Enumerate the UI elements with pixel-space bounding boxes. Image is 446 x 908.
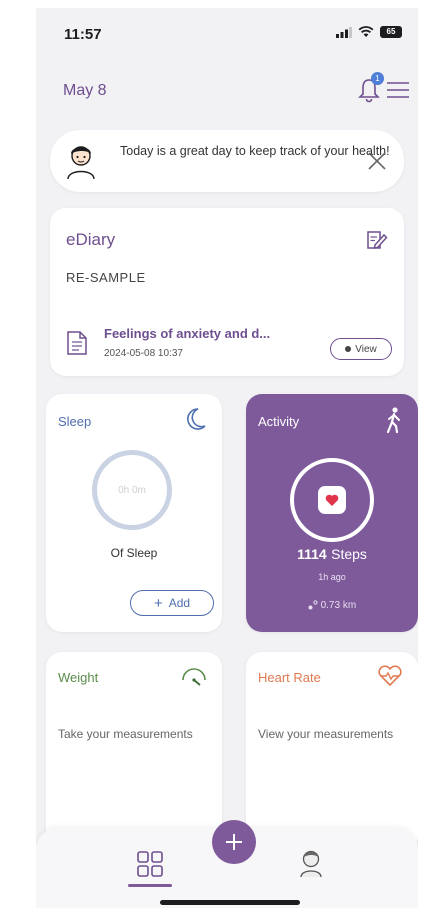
sleep-label: Of Sleep (110, 546, 158, 560)
edit-note-icon[interactable] (364, 228, 388, 252)
view-button-label: View (355, 343, 377, 355)
battery-icon: 65 (380, 26, 402, 38)
greeting-message: Today is a great day to keep track of yo… (120, 144, 390, 158)
document-icon (67, 331, 87, 355)
activity-progress-ring (290, 458, 374, 542)
sleep-progress-ring: 0h 0m (92, 450, 172, 530)
eye-icon (345, 346, 352, 352)
heart-rate-title: Heart Rate (258, 670, 321, 685)
heart-pulse-icon (378, 665, 402, 687)
status-icons: 65 (336, 26, 402, 38)
activity-card[interactable]: Activity 1114 Steps 1h ago 0.73 km (246, 394, 418, 632)
close-icon[interactable] (366, 150, 388, 172)
avatar-icon (67, 146, 95, 180)
scale-gauge-icon (182, 668, 206, 686)
sleep-title: Sleep (58, 414, 92, 429)
notifications-button[interactable]: 1 (358, 72, 384, 104)
sleep-card[interactable]: Sleep 0h 0m Of Sleep + Add (46, 394, 222, 632)
app-screen: 11:57 65 May 8 1 Today is a great day to… (36, 8, 418, 908)
steps-value: 1114 (297, 546, 327, 562)
ediary-card[interactable]: eDiary RE-SAMPLE Feelings of anxiety and… (50, 208, 404, 376)
heart-rate-card[interactable]: Heart Rate View your measurements (246, 652, 418, 852)
plus-icon (226, 834, 242, 850)
weight-prompt: Take your measurements (58, 727, 193, 741)
weight-card[interactable]: Weight Take your measurements (46, 652, 222, 852)
steps-time-ago: 1h ago (318, 572, 346, 582)
activity-title: Activity (258, 414, 300, 429)
route-icon (308, 600, 318, 610)
add-sleep-button[interactable]: + Add (130, 590, 214, 616)
profile-icon[interactable] (298, 848, 324, 878)
plus-icon: + (153, 594, 163, 612)
status-bar: 11:57 65 (36, 8, 418, 60)
header: May 8 1 (36, 72, 418, 112)
heart-rate-prompt: View your measurements (258, 727, 394, 741)
wifi-icon (358, 26, 374, 37)
notification-badge: 1 (371, 72, 384, 85)
diary-entry-title[interactable]: Feelings of anxiety and d... (104, 326, 324, 341)
distance: 0.73 km (246, 600, 418, 611)
steps-unit: Steps (331, 546, 367, 562)
ediary-title: eDiary (66, 230, 116, 249)
menu-button[interactable] (386, 80, 410, 102)
moon-icon (187, 408, 206, 430)
sleep-duration: 0h 0m (118, 484, 146, 496)
greeting-banner: Today is a great day to keep track of yo… (50, 130, 404, 192)
signal-icon (336, 26, 352, 38)
active-tab-indicator (128, 884, 172, 887)
add-button-label: Add (168, 596, 191, 610)
status-time: 11:57 (64, 26, 102, 43)
distance-value: 0.73 km (320, 600, 357, 611)
home-indicator (160, 900, 300, 905)
weight-title: Weight (58, 670, 99, 685)
add-fab-button[interactable] (212, 820, 256, 864)
grid-home-icon[interactable] (136, 850, 164, 878)
diary-entry-date: 2024-05-08 10:37 (104, 348, 183, 359)
heart-app-icon (318, 486, 346, 514)
date-label[interactable]: May 8 (63, 82, 107, 100)
ediary-subtitle: RE-SAMPLE (66, 270, 146, 285)
view-entry-button[interactable]: View (330, 338, 392, 360)
steps-count: 1114 Steps (246, 546, 418, 564)
walking-person-icon (386, 407, 400, 434)
bottom-nav (36, 820, 418, 908)
hamburger-menu-icon (387, 82, 409, 98)
